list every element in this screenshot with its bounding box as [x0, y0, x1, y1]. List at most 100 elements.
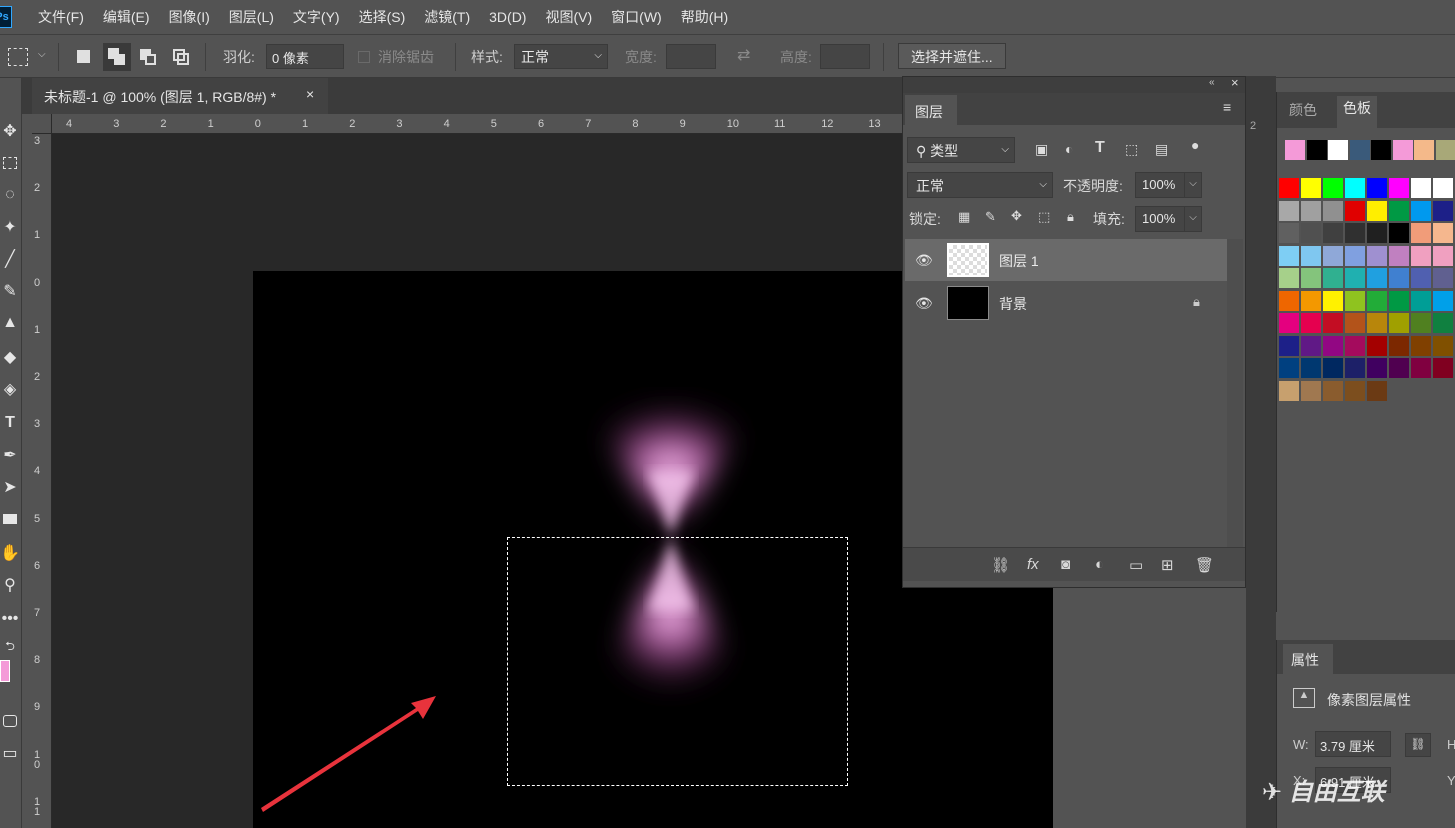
color-swatch[interactable] — [1323, 335, 1343, 356]
color-swatch[interactable] — [1411, 358, 1431, 378]
color-swatch[interactable] — [1411, 178, 1431, 198]
color-swatch[interactable] — [1411, 290, 1431, 311]
eye-icon[interactable]: 👁︎ — [915, 252, 933, 269]
color-swatch[interactable] — [1323, 380, 1343, 401]
color-swatch[interactable] — [1367, 178, 1387, 198]
antialias-checkbox[interactable] — [358, 51, 370, 63]
marquee-tool-preset-icon[interactable] — [8, 48, 28, 66]
swap-icon[interactable]: ⇄ — [737, 45, 750, 65]
color-swatch[interactable] — [1345, 223, 1365, 243]
filter-kind-select[interactable]: ⚲ 类型 ⌵ — [907, 137, 1015, 163]
screen-mode-icon[interactable]: ▭ — [0, 740, 20, 766]
color-swatch[interactable] — [1389, 178, 1409, 198]
color-swatch[interactable] — [1279, 335, 1299, 356]
paint-bucket-tool-icon[interactable]: ◈ — [0, 376, 20, 402]
color-swatch[interactable] — [1345, 335, 1365, 356]
width-input[interactable] — [666, 44, 716, 69]
color-swatch[interactable] — [1367, 380, 1387, 401]
stamp-tool-icon[interactable]: ▲ — [0, 310, 20, 336]
eye-icon[interactable]: 👁︎ — [915, 295, 933, 312]
recent-swatch[interactable] — [1306, 140, 1327, 160]
color-swatch[interactable] — [1323, 223, 1343, 243]
menu-image[interactable]: 图像(I) — [169, 7, 210, 27]
type-tool-icon[interactable]: T — [0, 410, 20, 436]
recent-swatch[interactable] — [1392, 140, 1413, 160]
menu-type[interactable]: 文字(Y) — [293, 7, 340, 27]
color-swatch[interactable] — [1301, 313, 1321, 333]
menu-help[interactable]: 帮助(H) — [681, 7, 728, 27]
color-swatch[interactable] — [1323, 290, 1343, 311]
color-swatch[interactable] — [1323, 200, 1343, 221]
color-swatch[interactable] — [1301, 380, 1321, 401]
fill-dropdown-icon[interactable]: ⌵ — [1184, 206, 1202, 232]
select-and-mask-button[interactable]: 选择并遮住... — [898, 43, 1006, 69]
recent-swatch[interactable] — [1285, 140, 1305, 160]
fx-icon[interactable]: fx — [1027, 556, 1039, 573]
menu-select[interactable]: 选择(S) — [359, 7, 406, 27]
color-swatch[interactable] — [1433, 335, 1453, 356]
color-swatch[interactable] — [1345, 245, 1365, 266]
color-swatch[interactable] — [1389, 335, 1409, 356]
adjustment-layer-icon[interactable]: ◐ — [1095, 556, 1104, 573]
color-swatch[interactable] — [1411, 200, 1431, 221]
type-filter-icon[interactable]: T — [1095, 139, 1105, 157]
color-swatch[interactable] — [1323, 245, 1343, 266]
color-swatch[interactable] — [1279, 245, 1299, 266]
eyedropper-tool-icon[interactable]: ╱ — [0, 246, 20, 272]
color-swatch[interactable] — [1389, 358, 1409, 378]
color-swatch[interactable] — [1301, 178, 1321, 198]
panel-header-bar[interactable]: « × — [903, 75, 1245, 93]
panel-menu-icon[interactable]: ≡ — [1223, 99, 1231, 115]
tab-layers[interactable]: 图层 — [905, 95, 957, 125]
color-swatch[interactable] — [1367, 200, 1387, 221]
chevron-down-icon[interactable]: ⌵ — [38, 49, 46, 60]
intersect-selection-icon[interactable] — [171, 47, 191, 67]
color-swatch[interactable] — [1345, 200, 1365, 221]
marquee-tool-icon[interactable] — [0, 150, 20, 176]
move-tool-icon[interactable]: ✥ — [0, 118, 20, 144]
color-swatch[interactable] — [1345, 268, 1365, 288]
menu-layer[interactable]: 图层(L) — [229, 7, 274, 27]
color-swatch[interactable] — [1301, 290, 1321, 311]
new-selection-icon[interactable] — [74, 47, 94, 67]
tab-color[interactable]: 颜色 — [1289, 100, 1317, 120]
color-swatch[interactable] — [1433, 178, 1453, 198]
delete-layer-icon[interactable]: 🗑︎ — [1195, 556, 1214, 574]
rectangle-tool-icon[interactable] — [0, 506, 20, 532]
color-swatch[interactable] — [1367, 313, 1387, 333]
foreground-color-swatch[interactable] — [0, 660, 10, 682]
color-swatch[interactable] — [1323, 268, 1343, 288]
recent-swatch[interactable] — [1371, 140, 1391, 160]
color-swatch[interactable] — [1323, 313, 1343, 333]
height-input[interactable] — [820, 44, 870, 69]
layer-row-background[interactable]: 👁︎ 背景 🔒︎ — [905, 282, 1227, 324]
color-swatch[interactable] — [1301, 223, 1321, 243]
color-swatch[interactable] — [1433, 313, 1453, 333]
color-swatch[interactable] — [1279, 290, 1299, 311]
color-swatch[interactable] — [1433, 200, 1453, 221]
color-swatch[interactable] — [1301, 268, 1321, 288]
color-swatch[interactable] — [1279, 268, 1299, 288]
blend-mode-select[interactable]: 正常 ⌵ — [907, 172, 1053, 198]
close-icon[interactable]: × — [306, 86, 314, 102]
color-swatch[interactable] — [1367, 290, 1387, 311]
eraser-tool-icon[interactable]: ◆ — [0, 344, 20, 370]
marquee-selection[interactable] — [507, 537, 848, 786]
color-swatch[interactable] — [1279, 223, 1299, 243]
quick-mask-icon[interactable] — [0, 708, 20, 734]
filter-toggle-icon[interactable]: ● — [1191, 137, 1199, 153]
color-swatch[interactable] — [1389, 245, 1409, 266]
color-swatch[interactable] — [1367, 335, 1387, 356]
recent-swatch[interactable] — [1435, 140, 1455, 160]
color-swatch[interactable] — [1433, 223, 1453, 243]
menu-file[interactable]: 文件(F) — [38, 7, 84, 27]
link-layers-icon[interactable]: ⛓ — [991, 556, 1010, 574]
path-selection-tool-icon[interactable]: ➤ — [0, 474, 20, 500]
color-swatch[interactable] — [1301, 358, 1321, 378]
color-swatch[interactable] — [1323, 178, 1343, 198]
color-swatch[interactable] — [1279, 200, 1299, 221]
document-tab[interactable]: 未标题-1 @ 100% (图层 1, RGB/8#) * × — [32, 78, 328, 114]
color-swatch[interactable] — [1279, 358, 1299, 378]
new-layer-icon[interactable]: ⊞ — [1161, 556, 1174, 574]
menu-edit[interactable]: 编辑(E) — [103, 7, 150, 27]
